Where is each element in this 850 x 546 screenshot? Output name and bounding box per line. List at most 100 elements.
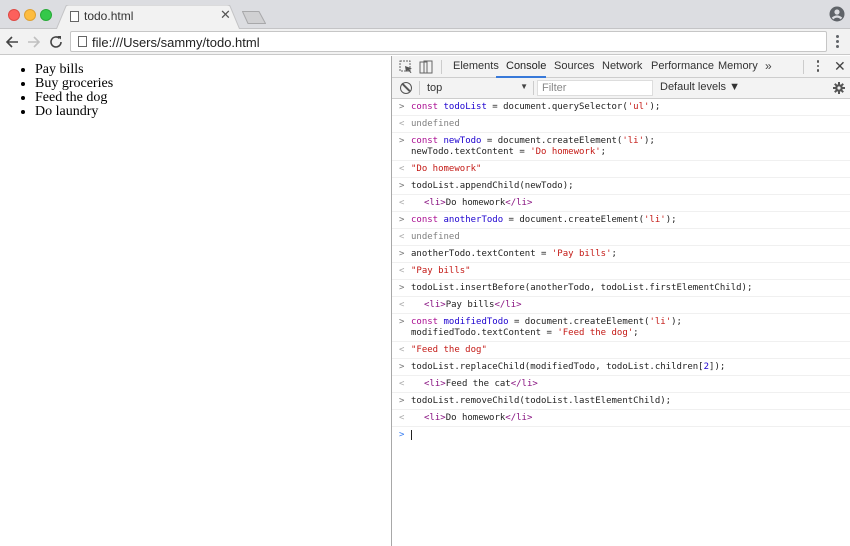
devtools-tab-bar: Elements Console Sources Network Perform… bbox=[392, 56, 850, 78]
filter-input[interactable] bbox=[537, 80, 653, 96]
gear-icon[interactable] bbox=[833, 82, 845, 94]
console-input-entry[interactable]: > const anotherTodo = document.createElem… bbox=[392, 212, 850, 229]
console-output-entry[interactable]: < <li>Do homework</li> bbox=[392, 195, 850, 212]
console-output-entry[interactable]: < undefined bbox=[392, 116, 850, 133]
code-token: Do homework bbox=[445, 198, 506, 208]
tab-console[interactable]: Console bbox=[506, 60, 546, 72]
console-line: todoList.appendChild(newTodo); bbox=[411, 181, 850, 192]
console-line: todoList.insertBefore(anotherTodo, todoL… bbox=[411, 283, 850, 294]
code-token: 'Do homework' bbox=[530, 147, 601, 157]
new-tab-button[interactable] bbox=[242, 11, 266, 24]
console-line: <li>Feed the cat</li> bbox=[411, 379, 850, 390]
console-output-entry[interactable]: < "Do homework" bbox=[392, 161, 850, 178]
output-arrow-icon: < bbox=[399, 232, 405, 242]
output-arrow-icon: < bbox=[399, 164, 405, 174]
text-cursor bbox=[411, 430, 412, 440]
console-line: "Feed the dog" bbox=[411, 345, 850, 356]
code-token: ]); bbox=[709, 362, 726, 372]
code-token: anotherTodo bbox=[443, 215, 504, 225]
console-line: "Do homework" bbox=[411, 164, 850, 175]
prompt-chevron-icon: > bbox=[399, 430, 405, 440]
tab-performance[interactable]: Performance bbox=[651, 60, 714, 72]
divider bbox=[533, 81, 534, 95]
page-info-icon[interactable] bbox=[78, 36, 87, 47]
tab-sources[interactable]: Sources bbox=[554, 60, 594, 72]
console-line: "Pay bills" bbox=[411, 266, 850, 277]
code-token: <li> bbox=[424, 198, 446, 208]
console-output-entry[interactable]: < undefined bbox=[392, 229, 850, 246]
console-line: const todoList = document.querySelector(… bbox=[411, 102, 850, 113]
more-tabs-button[interactable]: » bbox=[765, 59, 772, 73]
device-toolbar-icon[interactable] bbox=[419, 60, 433, 74]
console-output-entry[interactable]: < "Pay bills" bbox=[392, 263, 850, 280]
output-arrow-icon: < bbox=[399, 119, 405, 129]
code-token: 'li' bbox=[649, 317, 672, 327]
context-selector[interactable]: top ▼ bbox=[422, 80, 528, 96]
clear-console-icon[interactable] bbox=[400, 82, 412, 94]
code-token: modifiedTodo.textContent = bbox=[411, 328, 558, 338]
reload-icon[interactable] bbox=[48, 33, 64, 51]
tab-network[interactable]: Network bbox=[602, 60, 642, 72]
tab-close-icon[interactable]: ✕ bbox=[220, 8, 231, 22]
url-text[interactable]: file:///Users/sammy/todo.html bbox=[92, 35, 260, 50]
console-output-entry[interactable]: < <li>Pay bills</li> bbox=[392, 297, 850, 314]
todo-item: Do laundry bbox=[35, 105, 113, 119]
back-arrow-icon[interactable] bbox=[4, 33, 20, 51]
console-line: const modifiedTodo = document.createElem… bbox=[411, 317, 850, 328]
file-icon bbox=[70, 11, 79, 22]
console-input-entry[interactable]: > todoList.appendChild(newTodo); bbox=[392, 178, 850, 195]
console-input-entry[interactable]: > anotherTodo.textContent = 'Pay bills'; bbox=[392, 246, 850, 263]
code-token: </li> bbox=[510, 379, 538, 389]
console-log: > const todoList = document.querySelector… bbox=[392, 99, 850, 445]
console-input-entry[interactable]: > const modifiedTodo = document.createEle… bbox=[392, 314, 850, 342]
code-token: = document.querySelector( bbox=[486, 102, 628, 112]
code-token: </li> bbox=[505, 413, 533, 423]
tab-memory[interactable]: Memory bbox=[718, 60, 758, 72]
close-window-button[interactable] bbox=[8, 9, 20, 21]
code-token: = document.createElement( bbox=[481, 136, 623, 146]
console-input-entry[interactable]: > const newTodo = document.createElement(… bbox=[392, 133, 850, 161]
console-input-entry[interactable]: > todoList.removeChild(todoList.lastEleme… bbox=[392, 393, 850, 410]
output-arrow-icon: < bbox=[399, 379, 405, 389]
maximize-window-button[interactable] bbox=[40, 9, 52, 21]
code-token: undefined bbox=[411, 232, 460, 242]
console-prompt[interactable]: > bbox=[392, 427, 850, 445]
console-line: const newTodo = document.createElement('… bbox=[411, 136, 850, 147]
code-token: ); bbox=[649, 102, 661, 112]
console-line: <li>Do homework</li> bbox=[411, 198, 850, 209]
console-input-entry[interactable]: > todoList.insertBefore(anotherTodo, todo… bbox=[392, 280, 850, 297]
console-input-entry[interactable]: > const todoList = document.querySelector… bbox=[392, 99, 850, 116]
minimize-window-button[interactable] bbox=[24, 9, 36, 21]
code-token: newTodo.textContent = bbox=[411, 147, 531, 157]
address-bar[interactable]: file:///Users/sammy/todo.html bbox=[70, 31, 827, 52]
code-token: 'li' bbox=[622, 136, 645, 146]
console-line: anotherTodo.textContent = 'Pay bills'; bbox=[411, 249, 850, 260]
todo-item: Pay bills bbox=[35, 63, 113, 77]
browser-menu-icon[interactable] bbox=[834, 35, 840, 49]
code-token: 'Pay bills' bbox=[551, 249, 612, 259]
page-viewport: Pay bills Buy groceries Feed the dog Do … bbox=[0, 56, 391, 546]
console-output-entry[interactable]: < "Feed the dog" bbox=[392, 342, 850, 359]
tab-title: todo.html bbox=[84, 9, 134, 23]
devtools-menu-icon[interactable] bbox=[816, 60, 820, 74]
profile-icon[interactable] bbox=[829, 6, 845, 22]
console-line: undefined bbox=[411, 232, 850, 243]
log-levels-dropdown[interactable]: Default levels ▼ bbox=[660, 81, 740, 93]
code-token: 'Feed the dog' bbox=[557, 328, 634, 338]
console-input-entry[interactable]: > todoList.replaceChild(modifiedTodo, tod… bbox=[392, 359, 850, 376]
console-line: todoList.replaceChild(modifiedTodo, todo… bbox=[411, 362, 850, 373]
console-output-entry[interactable]: < <li>Feed the cat</li> bbox=[392, 376, 850, 393]
code-token: <li> bbox=[424, 300, 446, 310]
divider bbox=[441, 60, 442, 74]
inspect-element-icon[interactable] bbox=[399, 60, 413, 74]
tab-elements[interactable]: Elements bbox=[453, 60, 499, 72]
code-token: = document.createElement( bbox=[503, 215, 645, 225]
console-output-entry[interactable]: < <li>Do homework</li> bbox=[392, 410, 850, 427]
code-token: const bbox=[411, 136, 444, 146]
todo-list: Pay bills Buy groceries Feed the dog Do … bbox=[35, 63, 113, 119]
console-line: modifiedTodo.textContent = 'Feed the dog… bbox=[411, 328, 850, 339]
input-chevron-icon: > bbox=[399, 249, 405, 259]
input-chevron-icon: > bbox=[399, 362, 405, 372]
devtools-close-icon[interactable]: ✕ bbox=[834, 58, 846, 75]
forward-arrow-icon[interactable] bbox=[26, 33, 42, 51]
